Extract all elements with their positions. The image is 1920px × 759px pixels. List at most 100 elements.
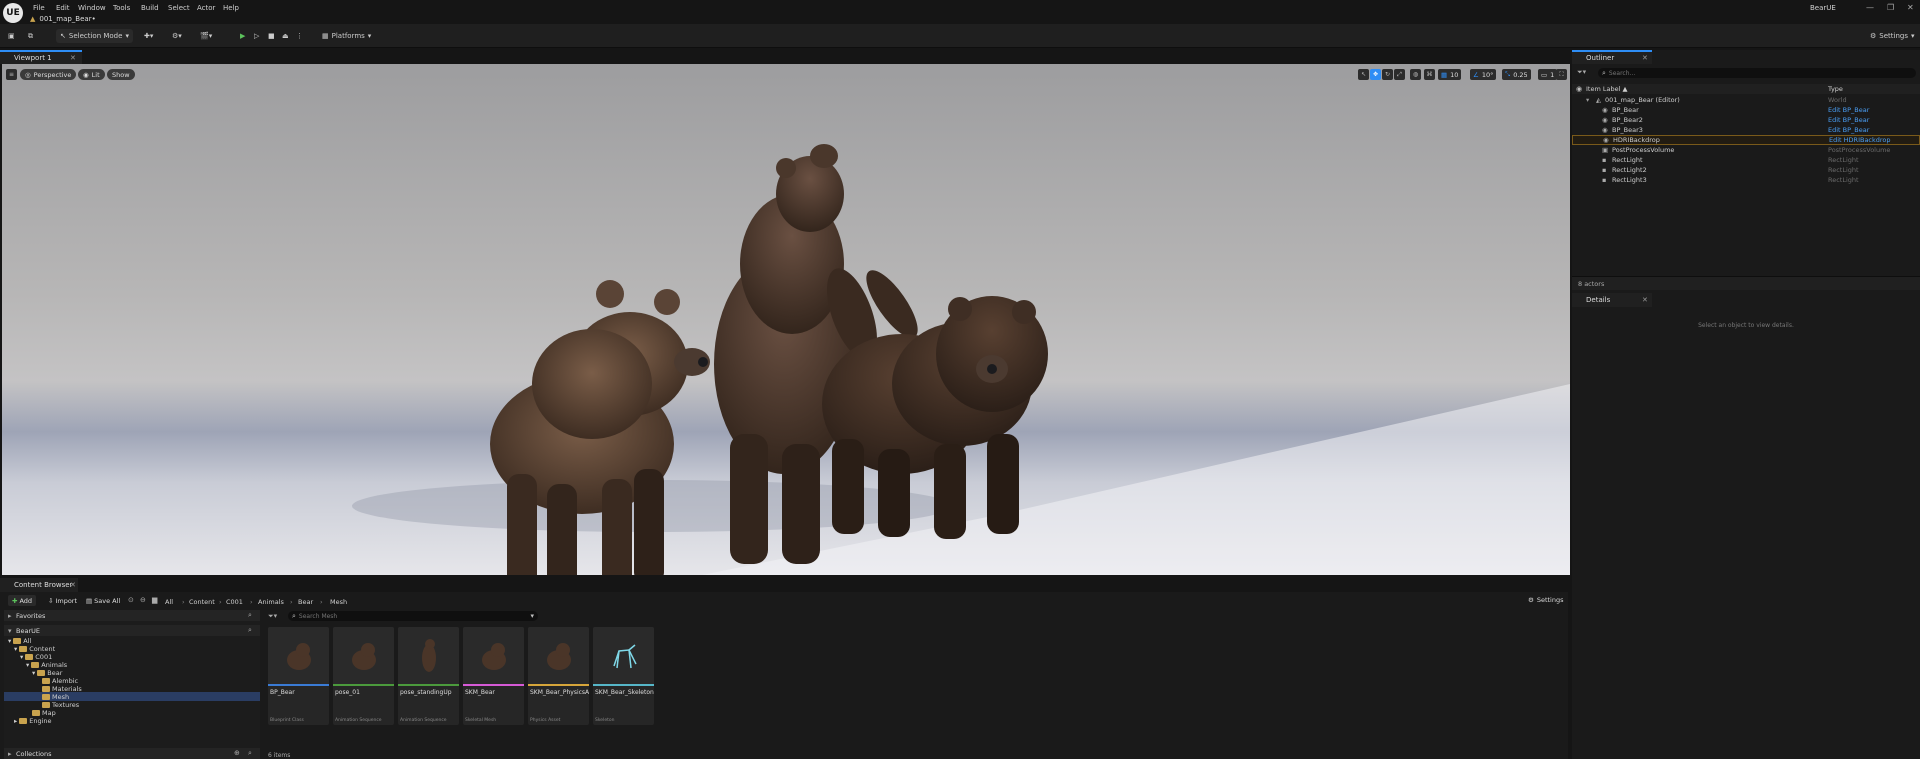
tree-item-c001[interactable]: ▾ C001	[20, 653, 52, 661]
tree-item-content[interactable]: ▾ Content	[14, 645, 55, 653]
cb-settings-button[interactable]: ⚙ Settings	[1528, 596, 1564, 604]
close-tab-icon[interactable]: ✕	[70, 581, 76, 589]
asset-tile-skm-bear-skeleton[interactable]: SKM_Bear_Skeleton Skeleton	[593, 627, 654, 725]
outliner-row-bp-bear[interactable]: ◉ BP_Bear Edit BP_Bear	[1572, 105, 1920, 115]
breadcrumb-animals[interactable]: Animals	[258, 598, 284, 606]
asset-tile-bp-bear[interactable]: BP_Bear Blueprint Class	[268, 627, 329, 725]
stop-icon[interactable]: ■	[268, 29, 275, 43]
tree-item-textures[interactable]: Textures	[42, 701, 79, 709]
tree-item-all[interactable]: ▾ All	[8, 637, 31, 645]
asset-search-input[interactable]	[298, 612, 519, 620]
edit-blueprint-link[interactable]: Edit BP_Bear	[1828, 126, 1869, 134]
asset-tile-pose-01[interactable]: pose_01 Animation Sequence	[333, 627, 394, 725]
breadcrumb-bear[interactable]: Bear	[298, 598, 313, 606]
menu-select[interactable]: Select	[168, 4, 190, 12]
history-icon[interactable]: ⊙	[128, 596, 134, 604]
cinematics-icon[interactable]: 🎬▾	[200, 29, 212, 43]
close-window-icon[interactable]: ✕	[1907, 3, 1914, 12]
minimize-icon[interactable]: —	[1866, 3, 1874, 12]
outliner-search-input[interactable]	[1608, 69, 1889, 77]
selection-mode-button[interactable]: ↖ Selection Mode ▾	[56, 29, 133, 43]
close-tab-icon[interactable]: ✕	[1642, 54, 1648, 62]
collections-header[interactable]: ▸ Collections ⊕ ⌕	[4, 748, 260, 759]
camera-speed-button[interactable]: ▭ 1	[1538, 69, 1558, 80]
menu-file[interactable]: File	[33, 4, 45, 12]
close-tab-icon[interactable]: ✕	[1642, 296, 1648, 304]
menu-window[interactable]: Window	[78, 4, 106, 12]
filter-icon[interactable]: ⏷▾	[1577, 68, 1586, 77]
save-all-button[interactable]: ▤ Save All	[86, 595, 120, 606]
add-collection-icon[interactable]: ⊕	[234, 749, 240, 757]
tree-item-alembic[interactable]: Alembic	[42, 677, 78, 685]
angle-snap-button[interactable]: ∠ 10°	[1470, 69, 1497, 80]
breadcrumb-content[interactable]: Content	[189, 598, 215, 606]
outliner-row-rectlight3[interactable]: ▪ RectLight3 RectLight	[1572, 175, 1920, 185]
folder-icon[interactable]: ▆	[152, 596, 157, 604]
breadcrumb-all[interactable]: All	[165, 598, 173, 606]
outliner-row-bp-bear2[interactable]: ◉ BP_Bear2 Edit BP_Bear	[1572, 115, 1920, 125]
surface-snap-icon[interactable]: ⌘	[1424, 69, 1435, 80]
outliner-row-world[interactable]: ▾ ◭ 001_map_Bear (Editor) World	[1572, 95, 1920, 105]
outliner-row-hdri-backdrop[interactable]: ◉ HDRIBackdrop Edit HDRIBackdrop	[1572, 135, 1920, 145]
maximize-viewport-icon[interactable]: ⛶	[1556, 69, 1567, 80]
select-mode-icon[interactable]: ↖	[1358, 69, 1369, 80]
add-actor-icon[interactable]: ✚▾	[144, 29, 153, 43]
blueprint-icon[interactable]: ⚙▾	[172, 29, 182, 43]
back-icon[interactable]: ⊖	[140, 596, 146, 604]
outliner-row-rectlight2[interactable]: ▪ RectLight2 RectLight	[1572, 165, 1920, 175]
col-item-label[interactable]: Item Label ▲	[1586, 85, 1627, 93]
settings-button[interactable]: ⚙ Settings ▾	[1870, 29, 1915, 43]
menu-actor[interactable]: Actor	[197, 4, 215, 12]
tree-item-animals[interactable]: ▾ Animals	[26, 661, 67, 669]
search-icon[interactable]: ⌕	[248, 611, 252, 620]
close-tab-icon[interactable]: ✕	[70, 54, 76, 62]
filter-icon[interactable]: ⏷▾	[268, 612, 277, 621]
browse-icon[interactable]: ⧉	[28, 29, 33, 43]
asset-tile-skm-bear-physicsasset[interactable]: SKM_Bear_PhysicsAsset Physics Asset	[528, 627, 589, 725]
search-icon[interactable]: ⌕	[248, 749, 252, 758]
edit-blueprint-link[interactable]: Edit BP_Bear	[1828, 106, 1869, 114]
import-button[interactable]: ⇩ Import	[48, 595, 77, 606]
tree-item-map[interactable]: Map	[32, 709, 56, 717]
search-icon[interactable]: ⌕	[248, 626, 252, 635]
asset-tile-skm-bear[interactable]: SKM_Bear Skeletal Mesh	[463, 627, 524, 725]
step-icon[interactable]: ▷	[254, 29, 259, 43]
add-button[interactable]: ✚ Add	[8, 595, 37, 606]
col-type[interactable]: Type	[1828, 85, 1843, 93]
play-icon[interactable]: ▶	[240, 29, 245, 43]
outliner-row-bp-bear3[interactable]: ◉ BP_Bear3 Edit BP_Bear	[1572, 125, 1920, 135]
show-button[interactable]: Show	[107, 69, 135, 80]
eject-icon[interactable]: ⏏	[282, 29, 289, 43]
maximize-icon[interactable]: ❐	[1887, 3, 1894, 12]
project-header[interactable]: ▾ BearUE ⌕	[4, 625, 260, 636]
content-browser-tab[interactable]: Content Browser ✕	[0, 578, 78, 592]
tree-item-bear[interactable]: ▾ Bear	[32, 669, 62, 677]
tree-item-engine[interactable]: ▸ Engine	[14, 717, 52, 725]
breadcrumb-c001[interactable]: C001	[226, 598, 243, 606]
world-local-icon[interactable]: ◍	[1410, 69, 1421, 80]
rotate-icon[interactable]: ↻	[1382, 69, 1393, 80]
outliner-row-rectlight[interactable]: ▪ RectLight RectLight	[1572, 155, 1920, 165]
save-icon[interactable]: ▣	[8, 29, 15, 43]
grid-snap-button[interactable]: ▦ 10	[1438, 69, 1462, 80]
outliner-tab[interactable]: Outliner ✕	[1572, 50, 1652, 64]
level-tab[interactable]: ▲ 001_map_Bear•	[30, 14, 96, 24]
edit-blueprint-link[interactable]: Edit BP_Bear	[1828, 116, 1869, 124]
menu-tools[interactable]: Tools	[113, 4, 130, 12]
menu-help[interactable]: Help	[223, 4, 239, 12]
platforms-button[interactable]: ▦ Platforms ▾	[322, 29, 371, 43]
scale-icon[interactable]: ⤢	[1394, 69, 1405, 80]
tree-item-mesh[interactable]: Mesh	[42, 693, 69, 701]
asset-search[interactable]: ⌕ ▾	[288, 611, 538, 621]
outliner-search[interactable]: ⌕	[1598, 68, 1916, 78]
level-viewport[interactable]: ≡ ◎ Perspective ◉ Lit Show ↖ ✥ ↻ ⤢ ◍ ⌘ ▦…	[2, 64, 1570, 575]
asset-tile-pose-standingup[interactable]: pose_standingUp Animation Sequence	[398, 627, 459, 725]
edit-blueprint-link[interactable]: Edit HDRIBackdrop	[1829, 136, 1891, 144]
hamburger-menu-icon[interactable]: ≡	[6, 69, 17, 80]
details-tab[interactable]: Details ✕	[1572, 293, 1652, 307]
translate-icon[interactable]: ✥	[1370, 69, 1381, 80]
favorites-header[interactable]: ▸ Favorites ⌕	[4, 610, 260, 621]
menu-build[interactable]: Build	[141, 4, 159, 12]
viewport-tab[interactable]: Viewport 1 ✕	[0, 50, 82, 64]
lit-button[interactable]: ◉ Lit	[78, 69, 105, 80]
